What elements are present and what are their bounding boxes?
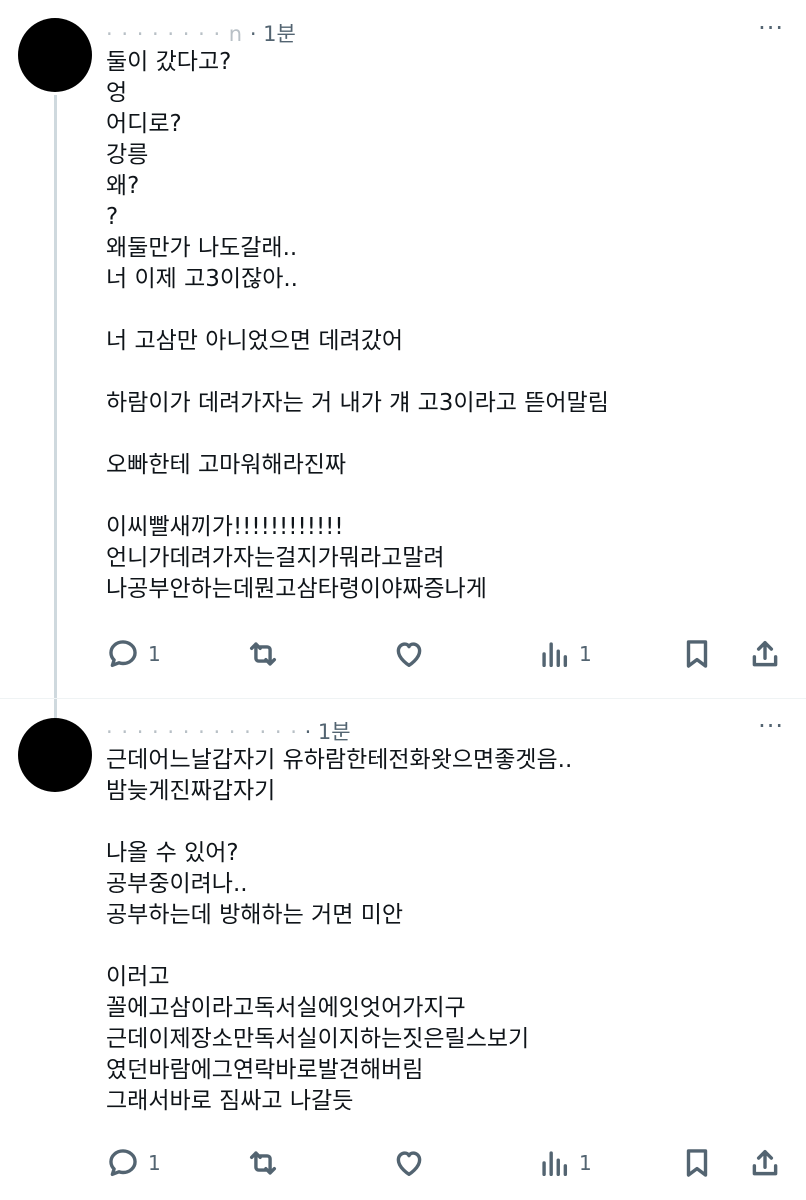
views-button[interactable]: 1	[537, 634, 592, 674]
repost-button[interactable]	[246, 1143, 280, 1183]
post-line: 너 고삼만 아니었으면 데려갔어	[106, 328, 404, 354]
share-icon	[752, 1149, 778, 1176]
bookmark-icon	[686, 640, 708, 668]
views-count: 1	[579, 642, 592, 666]
post-line	[106, 295, 786, 326]
share-button[interactable]	[748, 634, 782, 674]
post-line: 였던바람에그연락바로발견해버림	[106, 1057, 424, 1083]
post-line: 둘이 갔다고?	[106, 49, 232, 75]
views-button[interactable]: 1	[537, 1143, 592, 1183]
post-line	[106, 419, 786, 450]
post-line: 이씨빨새끼가!!!!!!!!!!!!	[106, 514, 344, 540]
post-time[interactable]: · 1분	[305, 720, 351, 744]
heart-icon	[396, 642, 422, 668]
post-2[interactable]: · · · · · · · · · · · · · · 1분 ··· 근데어느날…	[0, 700, 806, 1200]
reply-count: 1	[148, 642, 161, 666]
reply-button[interactable]: 1	[106, 1143, 161, 1183]
bookmark-icon	[686, 1149, 708, 1177]
author-handle[interactable]: · · · · · · · · · · · · ·	[106, 720, 298, 744]
post-line: 나올 수 있어?	[106, 840, 239, 866]
post-actions: 1 1	[0, 1143, 806, 1183]
post-line	[106, 481, 786, 512]
views-bars-icon	[542, 642, 568, 668]
post-line: 너 이제 고3이잖아..	[106, 266, 298, 292]
views-bars-icon	[542, 1151, 568, 1177]
post-line: 엉	[106, 80, 128, 106]
views-count: 1	[579, 1151, 592, 1175]
bookmark-button[interactable]	[680, 1143, 714, 1183]
post-meta: · · · · · · · · · · · · · · 1분	[106, 716, 351, 746]
share-button[interactable]	[748, 1143, 782, 1183]
author-handle[interactable]: · · · · · · · · n	[106, 22, 243, 46]
post-line: 꼴에고삼이라고독서실에잇엇어가지구	[106, 995, 466, 1021]
reply-button[interactable]: 1	[106, 634, 161, 674]
post-line: 공부하는데 방해하는 거면 미안	[106, 902, 404, 928]
post-line: 공부중이려나..	[106, 871, 248, 897]
post-line: 근데어느날갑자기 유하람한테전화왓으면좋겟음..	[106, 747, 573, 773]
post-line: 강릉	[106, 142, 149, 168]
post-line	[106, 807, 786, 838]
post-body: 근데어느날갑자기 유하람한테전화왓으면좋겟음.. 밤늦게진짜갑자기 나올 수 있…	[106, 745, 786, 1117]
post-line: 언니가데려가자는걸지가뭐라고말려	[106, 545, 445, 571]
post-line: 왜?	[106, 173, 140, 199]
heart-icon	[396, 1151, 422, 1177]
post-line: 왜둘만가 나도갈래..	[106, 235, 298, 261]
post-line: 나공부안하는데뭔고삼타령이야짜증나게	[106, 576, 487, 602]
like-button[interactable]	[392, 1143, 426, 1183]
post-line: 밤늦게진짜갑자기	[106, 778, 276, 804]
reply-bubble-icon	[109, 640, 137, 668]
post-divider	[0, 698, 806, 699]
post-time[interactable]: · 1분	[250, 22, 296, 46]
post-meta: · · · · · · · · n · 1분	[106, 18, 296, 48]
repost-button[interactable]	[246, 634, 280, 674]
post-actions: 1 1	[0, 634, 806, 674]
post-line	[106, 931, 786, 962]
post-line: 하람이가 데려가자는 거 내가 걔 고3이라고 뜯어말림	[106, 390, 609, 416]
bookmark-button[interactable]	[680, 634, 714, 674]
post-line: 이러고	[106, 964, 170, 990]
post-line	[106, 357, 786, 388]
post-line: 오빠한테 고마워해라진짜	[106, 452, 347, 478]
share-icon	[752, 640, 778, 667]
post-body: 둘이 갔다고? 엉 어디로? 강릉 왜? ? 왜둘만가 나도갈래.. 너 이제 …	[106, 47, 786, 605]
post-line: 근데이제장소만독서실이지하는짓은릴스보기	[106, 1026, 530, 1052]
post-line: 어디로?	[106, 111, 182, 137]
more-dots-icon[interactable]: ···	[758, 712, 784, 740]
avatar[interactable]	[18, 18, 92, 92]
avatar[interactable]	[18, 718, 92, 792]
post-1[interactable]: · · · · · · · · n · 1분 ··· 둘이 갔다고? 엉 어디로…	[0, 0, 806, 690]
more-dots-icon[interactable]: ···	[758, 14, 784, 42]
repost-icon	[249, 1151, 277, 1175]
repost-icon	[249, 642, 277, 666]
reply-bubble-icon	[109, 1149, 137, 1177]
like-button[interactable]	[392, 634, 426, 674]
reply-count: 1	[148, 1151, 161, 1175]
post-line: ?	[106, 204, 119, 230]
post-line: 그래서바로 짐싸고 나갈듯	[106, 1088, 354, 1114]
